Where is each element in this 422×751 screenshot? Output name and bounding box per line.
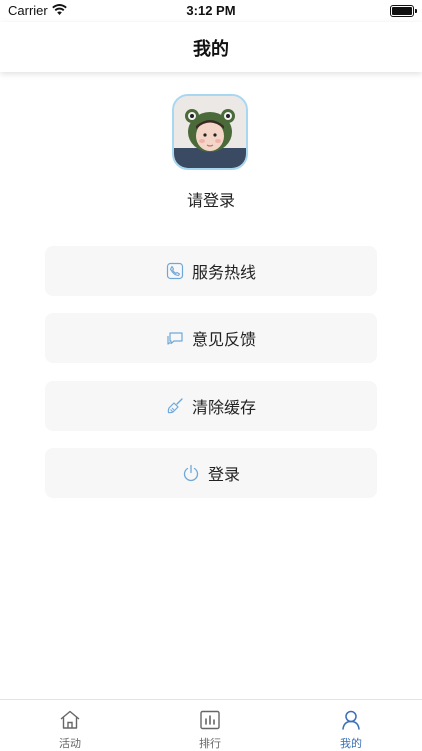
home-icon <box>60 710 80 729</box>
menu-label: 服务热线 <box>191 263 256 282</box>
status-bar: Carrier 3:12 PM <box>0 0 422 22</box>
tab-mine[interactable]: 我的 <box>281 700 421 751</box>
menu-label: 登录 <box>207 465 240 484</box>
avatar[interactable] <box>172 94 248 170</box>
tab-ranking[interactable]: 排行 <box>140 700 280 751</box>
power-icon <box>182 464 200 482</box>
feedback-button[interactable]: 意见反馈 <box>45 313 377 363</box>
phone-icon <box>166 262 184 280</box>
login-prompt[interactable]: 请登录 <box>0 187 422 211</box>
tab-label: 我的 <box>340 737 362 750</box>
broom-icon <box>166 397 184 415</box>
battery-icon <box>390 5 417 17</box>
chart-icon <box>200 710 220 730</box>
service-hotline-button[interactable]: 服务热线 <box>45 246 377 296</box>
page-title: 我的 <box>193 39 229 60</box>
tab-activity[interactable]: 活动 <box>0 700 140 751</box>
menu-label: 意见反馈 <box>191 330 256 349</box>
nav-bar: 我的 <box>0 22 422 72</box>
user-icon <box>342 710 360 730</box>
status-time: 3:12 PM <box>186 3 236 18</box>
tab-bar: 活动 排行 我的 <box>0 699 422 751</box>
tab-label: 活动 <box>59 737 81 750</box>
login-button[interactable]: 登录 <box>45 448 377 498</box>
clear-cache-button[interactable]: 清除缓存 <box>45 381 377 431</box>
menu-label: 清除缓存 <box>191 398 256 417</box>
tab-label: 排行 <box>199 737 221 750</box>
chat-icon <box>166 329 184 347</box>
avatar-image <box>174 96 246 168</box>
